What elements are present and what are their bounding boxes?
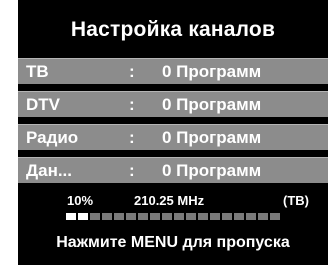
channel-count: 0 Программ: [162, 95, 262, 114]
progress-segment-empty: [246, 213, 256, 220]
channel-separator: :: [129, 128, 135, 147]
channel-row-dtv: DTV : 0 Программ: [18, 91, 328, 117]
progress-segment-empty: [162, 213, 172, 220]
channel-label: DTV: [26, 95, 60, 114]
progress-segment-empty: [186, 213, 196, 220]
scan-mode: (ТВ): [283, 193, 309, 208]
scan-frequency: 210.25 MHz: [134, 193, 205, 208]
progress-segment-empty: [210, 213, 220, 220]
channel-separator: :: [129, 62, 135, 81]
progress-segment-empty: [198, 213, 208, 220]
skip-hint: Нажмите MENU для пропуска: [56, 234, 290, 251]
channel-label: Дан...: [26, 161, 73, 180]
progress-segment-empty: [126, 213, 136, 220]
channel-label: ТВ: [26, 62, 49, 81]
channel-count: 0 Программ: [162, 128, 262, 147]
screen-title: Настройка каналов: [70, 18, 276, 41]
progress-segment-empty: [174, 213, 184, 220]
channel-label: Радио: [26, 128, 79, 147]
progress-segment-filled: [66, 213, 76, 220]
channel-count: 0 Программ: [162, 62, 262, 81]
progress-segment-empty: [150, 213, 160, 220]
scan-progress-bar: [66, 213, 280, 220]
scan-percent: 10%: [67, 193, 94, 208]
progress-segment-empty: [114, 213, 124, 220]
progress-segment-empty: [258, 213, 268, 220]
channel-separator: :: [129, 161, 135, 180]
progress-segment-empty: [222, 213, 232, 220]
progress-segment-empty: [90, 213, 100, 220]
progress-segment-empty: [138, 213, 148, 220]
scan-status: 10% 210.25 MHz (ТВ): [18, 192, 328, 210]
progress-segment-empty: [234, 213, 244, 220]
channel-list: ТВ : 0 Программ DTV : 0 Программ Радио :…: [18, 58, 328, 190]
channel-row-radio: Радио : 0 Программ: [18, 124, 328, 150]
channel-separator: :: [129, 95, 135, 114]
progress-segment-empty: [270, 213, 280, 220]
channel-row-tv: ТВ : 0 Программ: [18, 58, 328, 84]
progress-segment-empty: [102, 213, 112, 220]
channel-row-data: Дан... : 0 Программ: [18, 157, 328, 183]
progress-segment-filled: [78, 213, 88, 220]
channel-tuning-screen: Настройка каналов ТВ : 0 Программ DTV : …: [18, 0, 328, 265]
channel-count: 0 Программ: [162, 161, 262, 180]
page-edge: [328, 0, 332, 265]
